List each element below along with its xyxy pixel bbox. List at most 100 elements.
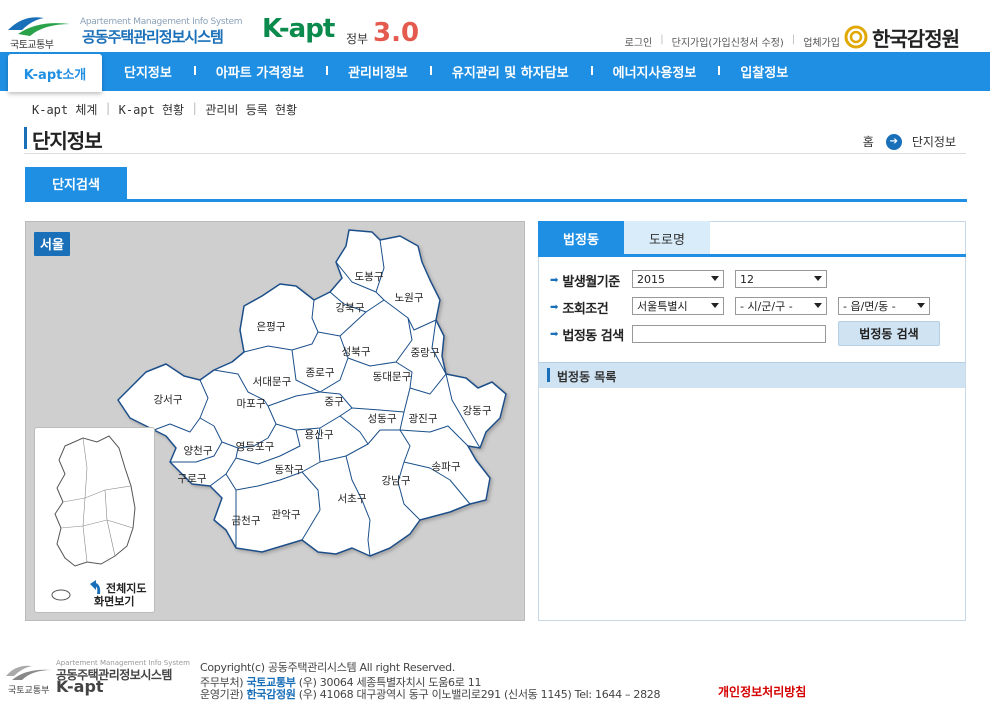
district-guro[interactable]: 구로구 [178,473,207,485]
district-geumcheon[interactable]: 금천구 [232,515,261,527]
privacy-policy-link[interactable]: 개인정보처리방침 [718,683,806,700]
gov-30-logo: 3.0 [373,18,420,48]
subnav-fee-registration[interactable]: 관리비 등록 현황 [205,101,297,118]
header: 국토교통부 Apartement Management Info System … [0,0,990,52]
district-gwanak[interactable]: 관악구 [272,509,301,521]
district-gangdong[interactable]: 강동구 [463,405,492,417]
title-accent-bar [24,127,27,149]
district-eunpyeong[interactable]: 은평구 [257,321,286,333]
list-accent-bar [547,368,550,382]
dong-search-button[interactable]: 법정동 검색 [838,321,940,346]
month-select[interactable]: 12 [735,270,827,288]
sigungu-value: - 시/군/구 - [740,300,793,313]
month-value: 12 [740,272,754,286]
condition-label: 조회조건 [562,302,609,317]
nav-item-price-info[interactable]: 아파트 가격정보 [193,62,326,81]
reb-emblem-icon [844,25,868,49]
district-dongdaemun[interactable]: 동대문구 [373,371,412,383]
district-dobong[interactable]: 도봉구 [355,271,384,283]
sido-select[interactable]: 서울특별시 [632,297,724,315]
district-seodaemun[interactable]: 서대문구 [253,376,292,388]
nav-item-maintenance[interactable]: 유지관리 및 하자담보 [429,62,591,81]
operator-name: 한국감정원 [246,688,296,701]
gov-label: 정부 [346,32,369,46]
dong-list[interactable] [539,388,965,620]
district-gangnam[interactable]: 강남구 [382,475,411,487]
company-join-link[interactable]: 업체가입 [803,34,840,49]
kapt-logo-text[interactable]: K-apt [262,14,335,44]
district-jungnang[interactable]: 중랑구 [411,347,440,359]
nav-item-fee-info[interactable]: 관리비정보 [326,62,430,81]
district-yeongdeungpo[interactable]: 영등포구 [236,441,275,453]
bullet-arrow-icon: ➡ [550,275,559,286]
dong-list-title: 법정동 목록 [557,370,617,384]
divider: | [791,34,796,45]
sido-value: 서울특별시 [637,300,688,313]
page-title: 단지정보 [32,129,103,153]
chevron-down-icon [711,276,719,281]
subnav-kapt-system[interactable]: K-apt 체계 [32,101,97,118]
year-select[interactable]: 2015 [632,270,724,288]
filter-row-condition: ➡ 조회조건 [550,298,634,317]
dong-search-input[interactable] [632,325,826,343]
breadcrumb: 홈 ➔ 단지정보 [863,133,956,150]
period-label: 발생월기준 [562,275,620,290]
district-jung[interactable]: 중구 [324,396,344,408]
filter-row-period: ➡ 발생월기준 [550,271,634,290]
nav-kapt-intro[interactable]: K-apt소개 [8,54,102,92]
search-tab-underline [25,199,967,202]
tab-road-name[interactable]: 도로명 [624,221,710,255]
chevron-down-icon [814,276,822,281]
bullet-arrow-icon: ➡ [550,329,559,340]
eupmyeondong-select[interactable]: - 읍/면/동 - [838,297,930,315]
full-map-link-line1: 전체지도 [106,582,147,595]
district-songpa[interactable]: 송파구 [432,461,461,473]
district-seongdong[interactable]: 성동구 [368,413,397,425]
nav-menu: 단지정보 아파트 가격정보 관리비정보 유지관리 및 하자담보 에너지사용정보 … [102,52,810,91]
district-dongjak[interactable]: 동작구 [275,464,304,476]
chevron-down-icon [814,303,822,308]
district-seongbuk[interactable]: 성북구 [342,346,371,358]
bullet-arrow-icon: ➡ [550,302,559,313]
subnav-kapt-status[interactable]: K-apt 현황 [119,101,184,118]
nav-item-bidding[interactable]: 입찰정보 [718,62,810,81]
copyright: Copyright(c) 공동주택관리시스템 All right Reserve… [200,661,456,674]
site-korean-name[interactable]: 공동주택관리정보시스템 [82,26,224,47]
footer-operator-line: 운영기관) 한국감정원 (우) 41068 대구광역시 동구 이노밸리로291 … [200,686,661,702]
tab-legal-dong[interactable]: 법정동 [538,221,624,255]
nav-item-energy[interactable]: 에너지사용정보 [590,62,719,81]
reb-logo[interactable]: 한국감정원 [844,22,986,52]
login-link[interactable]: 로그인 [625,34,653,49]
operator-prefix: 운영기관) [200,688,244,701]
district-seocho[interactable]: 서초구 [338,493,367,505]
full-map-link[interactable]: 전체지도 화면보기 [88,582,146,608]
district-gwangjin[interactable]: 광진구 [409,413,438,425]
breadcrumb-home[interactable]: 홈 [863,133,874,150]
footer-molit-name: 국토교통부 [8,686,50,696]
district-gangseo[interactable]: 강서구 [154,394,183,406]
divider: | [191,101,199,115]
district-yongsan[interactable]: 용산구 [305,429,334,441]
district-nowon[interactable]: 노원구 [395,292,424,304]
reb-name: 한국감정원 [872,26,960,51]
chevron-down-icon [711,303,719,308]
year-value: 2015 [637,272,665,286]
nav-item-complex-info[interactable]: 단지정보 [102,62,194,81]
district-yangcheon[interactable]: 양천구 [184,445,213,457]
eupmyeondong-value: - 읍/면/동 - [843,300,896,313]
sigungu-select[interactable]: - 시/군/구 - [735,297,827,315]
region-label: 서울 [34,232,70,256]
complex-join-link[interactable]: 단지가입(가입신청서 수정) [672,34,784,49]
sub-nav: K-apt 체계 | K-apt 현황 | 관리비 등록 현황 [32,101,297,118]
molit-name: 국토교통부 [10,40,54,51]
chevron-down-icon [917,303,925,308]
chevron-right-icon: ➔ [885,133,902,150]
district-jongno[interactable]: 종로구 [306,367,335,379]
full-map-link-line2: 화면보기 [94,595,135,608]
filter-row-dong-search: ➡ 법정동 검색 [550,325,634,344]
district-mapo[interactable]: 마포구 [237,398,266,410]
footer-kapt-logo: K-apt [56,677,104,696]
district-gangbuk[interactable]: 강북구 [336,302,365,314]
tab-complex-search[interactable]: 단지검색 [25,167,127,200]
operator-address: (우) 41068 대구광역시 동구 이노밸리로291 (신서동 1145) T… [298,688,661,701]
